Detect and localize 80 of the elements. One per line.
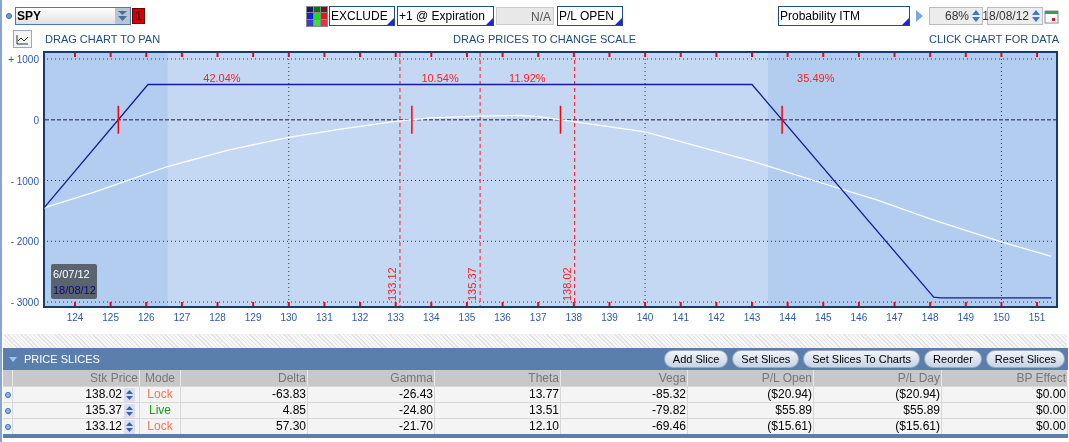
legend-text: 6/07/12	[53, 266, 91, 282]
hint-text: CLICK CHART FOR DATA	[929, 31, 1059, 47]
spinner-icon[interactable]	[124, 419, 135, 434]
percent-spinner[interactable]: 68%	[929, 7, 983, 25]
filter-dropdown[interactable]: EXCLUDE	[329, 6, 395, 26]
dropdown-arrow-icon[interactable]	[115, 8, 130, 24]
axis-label: - 1000	[10, 175, 39, 187]
axis-label: 126	[137, 312, 155, 323]
slice-label: 133.12	[385, 267, 398, 301]
section-title: PRICE SLICES	[24, 351, 100, 367]
axis-label: 135	[458, 312, 476, 323]
chart-icon[interactable]	[13, 30, 32, 48]
axis-label: + 1000	[8, 54, 39, 65]
slice-label: 138.02	[560, 267, 573, 301]
spinner-icon[interactable]	[971, 8, 981, 24]
axis-label: 134	[422, 312, 440, 323]
filter-dropdown[interactable]: +1 @ Expiration	[397, 6, 494, 26]
spinner-icon[interactable]	[124, 403, 135, 418]
axis-label: 149	[957, 312, 975, 323]
axis-label: 141	[672, 312, 690, 323]
breakeven-marker	[117, 105, 120, 135]
spinner-icon[interactable]	[1031, 8, 1041, 24]
slice-button[interactable]: Add Slice	[663, 350, 729, 368]
hint-text: DRAG CHART TO PAN	[45, 31, 161, 47]
axis-label: 144	[779, 312, 796, 323]
axis-label: 125	[102, 312, 119, 323]
row-radio-icon[interactable]	[4, 391, 11, 398]
axis-label: 138	[565, 312, 583, 323]
axis-label: 132	[351, 312, 369, 323]
axis-label: 129	[244, 312, 262, 323]
color-grid-icon[interactable]	[306, 5, 328, 27]
count-badge: 1	[132, 8, 145, 24]
probability-label: 11.92%	[509, 71, 546, 84]
probability-label: 42.04%	[203, 71, 241, 84]
axis-label: 130	[280, 312, 298, 323]
probability-label: 35.49%	[797, 71, 835, 84]
hint-text: DRAG PRICES TO CHANGE SCALE	[453, 31, 637, 47]
axis-label: - 3000	[10, 297, 39, 308]
collapse-arrow-icon[interactable]	[9, 356, 17, 362]
axis-label: 148	[921, 312, 939, 323]
slice-button[interactable]: Reset Slices	[985, 350, 1065, 368]
axis-label: 133	[387, 312, 405, 323]
slice-button[interactable]: Set Slices	[732, 350, 800, 368]
axis-label: 145	[814, 312, 832, 323]
axis-label: 150	[993, 312, 1010, 323]
calendar-icon[interactable]	[1044, 8, 1059, 24]
axis-label: 143	[743, 312, 761, 323]
breakeven-marker	[411, 105, 413, 135]
slice-label: 135.37	[466, 267, 479, 301]
axis-label: 147	[886, 312, 903, 323]
axis-label: 0	[33, 114, 39, 126]
na-field: N/A	[496, 7, 554, 25]
pl-mode-dropdown[interactable]: P/L OPEN	[557, 6, 623, 26]
axis-label: 151	[1028, 312, 1046, 323]
symbol-dropdown[interactable]: SPY	[15, 7, 131, 25]
legend-text: 18/08/12	[53, 282, 95, 298]
breakeven-marker	[559, 105, 562, 135]
probability-dropdown[interactable]: Probability ITM	[778, 6, 910, 26]
slice-button[interactable]: Set Slices To Charts	[803, 350, 921, 368]
axis-label: 139	[601, 312, 618, 323]
axis-label: - 2000	[10, 236, 39, 248]
probability-label: 10.54%	[421, 71, 459, 84]
axis-label: 131	[316, 312, 333, 323]
axis-label: 128	[209, 312, 226, 323]
slice-button[interactable]: Reorder	[924, 350, 982, 368]
table-cell-text: 138.02	[85, 387, 123, 402]
row-radio-icon[interactable]	[4, 407, 11, 414]
axis-label: 142	[708, 312, 725, 323]
axis-label: 137	[529, 312, 547, 323]
radio-icon[interactable]	[6, 13, 12, 19]
table-cell-text: 135.37	[85, 403, 123, 418]
axis-label: 124	[66, 312, 84, 323]
axis-label: 136	[494, 312, 511, 323]
spinner-icon[interactable]	[124, 387, 135, 402]
axis-label: 127	[173, 312, 191, 323]
axis-label: 140	[636, 312, 654, 323]
axis-label: 146	[850, 312, 868, 323]
row-radio-icon[interactable]	[4, 423, 11, 430]
table-cell-text: 133.12	[85, 419, 123, 434]
breakeven-marker	[781, 105, 783, 135]
